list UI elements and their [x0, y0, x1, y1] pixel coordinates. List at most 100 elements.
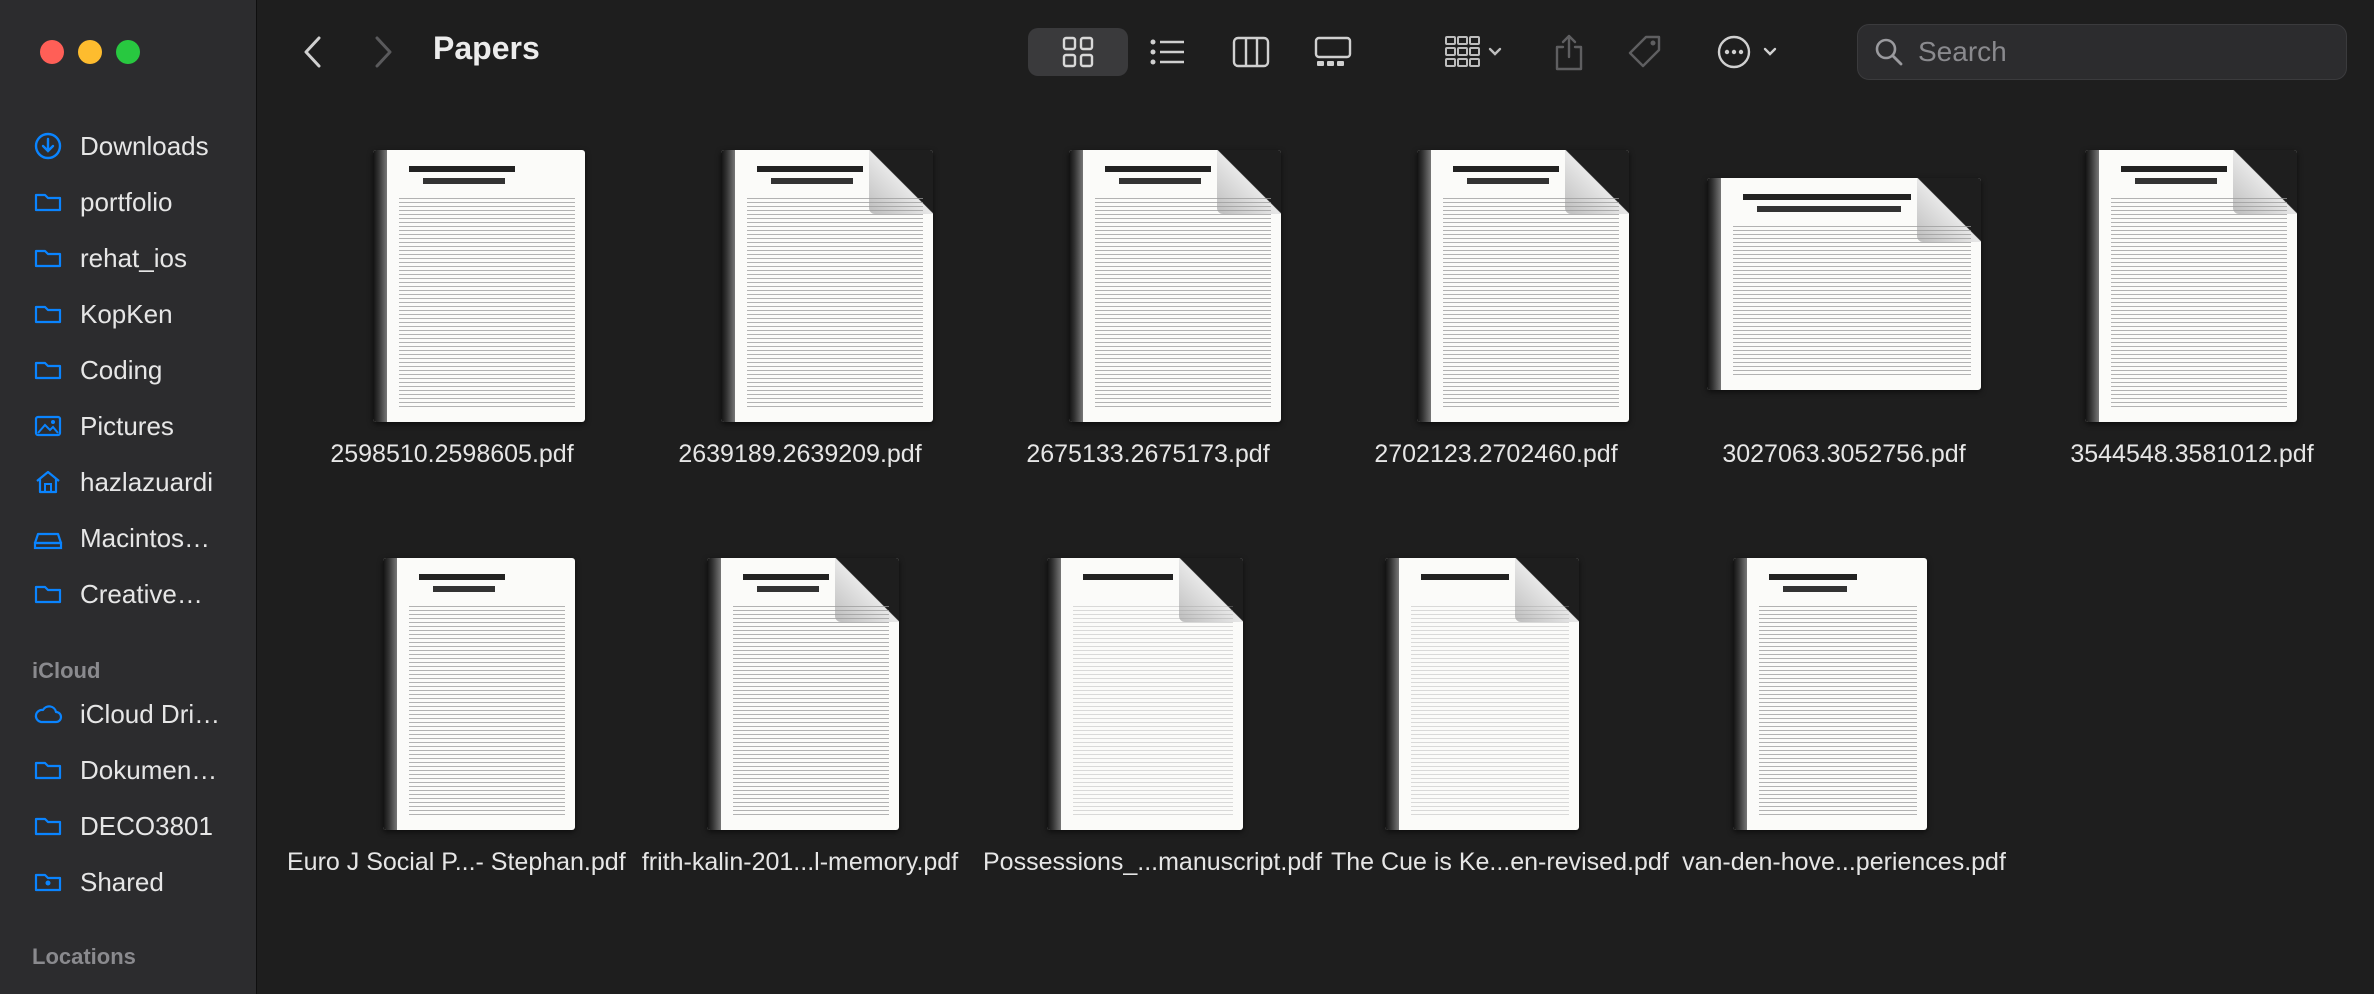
- sidebar-item-label: DECO3801: [80, 810, 213, 841]
- sidebar-item-home[interactable]: hazlazuardi: [32, 462, 213, 502]
- folder-icon: [34, 361, 62, 380]
- file-item[interactable]: 2675133.2675173.pdf: [983, 140, 1313, 469]
- sidebar-item-label: Macintos…: [80, 522, 211, 553]
- close-window-button[interactable]: [40, 40, 64, 64]
- group-grid-icon: [1445, 36, 1502, 67]
- gallery-view-button[interactable]: [1293, 28, 1373, 76]
- folder-icon: [34, 249, 62, 268]
- share-icon: [1555, 34, 1583, 71]
- sidebar-item-label: KopKen: [80, 298, 173, 329]
- drive-icon: [33, 532, 63, 550]
- pdf-thumbnail: [373, 150, 585, 422]
- share-button[interactable]: [1539, 28, 1599, 76]
- sidebar-item-kopken[interactable]: KopKen: [32, 294, 173, 334]
- sidebar-item-coding[interactable]: Coding: [32, 350, 162, 390]
- file-name: 3544548.3581012.pdf: [2070, 440, 2314, 468]
- column-view-button[interactable]: [1211, 28, 1291, 76]
- file-browser: Papers 2598510.2598: [257, 0, 2374, 994]
- list-view-button[interactable]: [1127, 28, 1207, 76]
- file-item[interactable]: The Cue is Ke...en-revised.pdf: [1331, 548, 1669, 877]
- list-icon: [1150, 39, 1184, 65]
- file-item[interactable]: 2702123.2702460.pdf: [1331, 140, 1661, 469]
- pdf-thumbnail: [1385, 558, 1579, 830]
- pdf-thumbnail: [383, 558, 575, 830]
- sidebar-item-label: portfolio: [80, 186, 173, 217]
- file-name: The Cue is Ke...en-revised.pdf: [1331, 848, 1669, 876]
- file-item[interactable]: 2639189.2639209.pdf: [635, 140, 965, 469]
- sidebar-item-label: Pictures: [80, 410, 174, 441]
- tag-button[interactable]: [1615, 28, 1675, 76]
- sidebar-item-dokumen[interactable]: Dokumen…: [32, 750, 217, 790]
- file-item[interactable]: 3544548.3581012.pdf: [2027, 140, 2357, 469]
- sidebar-item-rehat-ios[interactable]: rehat_ios: [32, 238, 187, 278]
- folder-icon: [34, 305, 62, 324]
- search-input[interactable]: [1916, 35, 2340, 69]
- gallery-icon: [1314, 36, 1352, 66]
- window-controls: [40, 40, 140, 64]
- cloud-icon: [34, 705, 63, 724]
- forward-button[interactable]: [365, 30, 401, 74]
- chevron-right-icon: [375, 36, 392, 68]
- shared-folder-icon: [34, 873, 62, 892]
- file-name: 2598510.2598605.pdf: [330, 440, 574, 468]
- more-circle-icon: [1717, 35, 1777, 69]
- group-by-button[interactable]: [1429, 28, 1519, 76]
- file-item[interactable]: frith-kalin-201...l-memory.pdf: [635, 548, 965, 877]
- window-title: Papers: [433, 30, 540, 66]
- file-name: Possessions_...manuscript.pdf: [983, 848, 1323, 876]
- file-name: van-den-hove...periences.pdf: [1682, 848, 2006, 876]
- more-actions-button[interactable]: [1703, 28, 1793, 76]
- pdf-thumbnail: [707, 558, 899, 830]
- file-item[interactable]: Possessions_...manuscript.pdf: [983, 548, 1323, 877]
- sidebar-section-icloud: iCloud: [32, 658, 101, 683]
- pdf-thumbnail: [1069, 150, 1281, 422]
- sidebar-item-label: Coding: [80, 354, 163, 385]
- folder-icon: [34, 193, 62, 212]
- file-item[interactable]: 3027063.3052756.pdf: [1679, 140, 2009, 469]
- sidebar-item-label: iCloud Dri…: [80, 698, 221, 729]
- file-name: frith-kalin-201...l-memory.pdf: [641, 848, 959, 876]
- minimize-window-button[interactable]: [78, 40, 102, 64]
- back-button[interactable]: [295, 30, 331, 74]
- sidebar-item-label: Creative…: [80, 578, 203, 609]
- file-name: Euro J Social P...- Stephan.pdf: [287, 848, 626, 876]
- sidebar-item-label: Dokumen…: [80, 754, 218, 785]
- file-name: 3027063.3052756.pdf: [1722, 440, 1966, 468]
- sidebar-item-icloud-drive[interactable]: iCloud Dri…: [32, 694, 220, 734]
- icon-view-button[interactable]: [1028, 28, 1128, 76]
- columns-icon: [1232, 36, 1270, 68]
- zoom-window-button[interactable]: [116, 40, 140, 64]
- home-icon: [36, 470, 60, 494]
- toolbar: Papers: [257, 0, 2374, 104]
- file-item[interactable]: van-den-hove...periences.pdf: [1679, 548, 2009, 877]
- folder-icon: [34, 585, 62, 604]
- sidebar-item-label: hazlazuardi: [80, 466, 213, 497]
- sidebar-item-label: Shared: [80, 866, 164, 897]
- pdf-thumbnail: [2085, 150, 2297, 422]
- folder-icon: [34, 817, 62, 836]
- sidebar-item-pictures[interactable]: Pictures: [32, 406, 174, 446]
- search-icon: [1875, 38, 1903, 66]
- sidebar-item-label: Downloads: [80, 130, 209, 161]
- grid-icon: [1062, 36, 1094, 68]
- download-icon: [34, 132, 62, 160]
- sidebar-item-label: rehat_ios: [80, 242, 187, 273]
- file-name: 2675133.2675173.pdf: [1026, 440, 1270, 468]
- search-field[interactable]: [1857, 24, 2347, 80]
- pdf-thumbnail: [1417, 150, 1629, 422]
- pdf-thumbnail: [1733, 558, 1927, 830]
- sidebar-item-creative[interactable]: Creative…: [32, 574, 203, 614]
- sidebar-item-shared[interactable]: Shared: [32, 862, 164, 902]
- file-item[interactable]: 2598510.2598605.pdf: [287, 140, 617, 469]
- photo-icon: [34, 415, 62, 437]
- folder-icon: [34, 761, 62, 780]
- sidebar-item-macintosh[interactable]: Macintos…: [32, 518, 210, 558]
- file-item[interactable]: Euro J Social P...- Stephan.pdf: [287, 548, 626, 877]
- pdf-thumbnail: [1707, 178, 1981, 390]
- sidebar-item-portfolio[interactable]: portfolio: [32, 182, 173, 222]
- pdf-thumbnail: [721, 150, 933, 422]
- pdf-thumbnail: [1047, 558, 1243, 830]
- sidebar-item-downloads[interactable]: Downloads: [32, 126, 209, 166]
- sidebar-item-deco3801[interactable]: DECO3801: [32, 806, 213, 846]
- file-name: 2702123.2702460.pdf: [1374, 440, 1618, 468]
